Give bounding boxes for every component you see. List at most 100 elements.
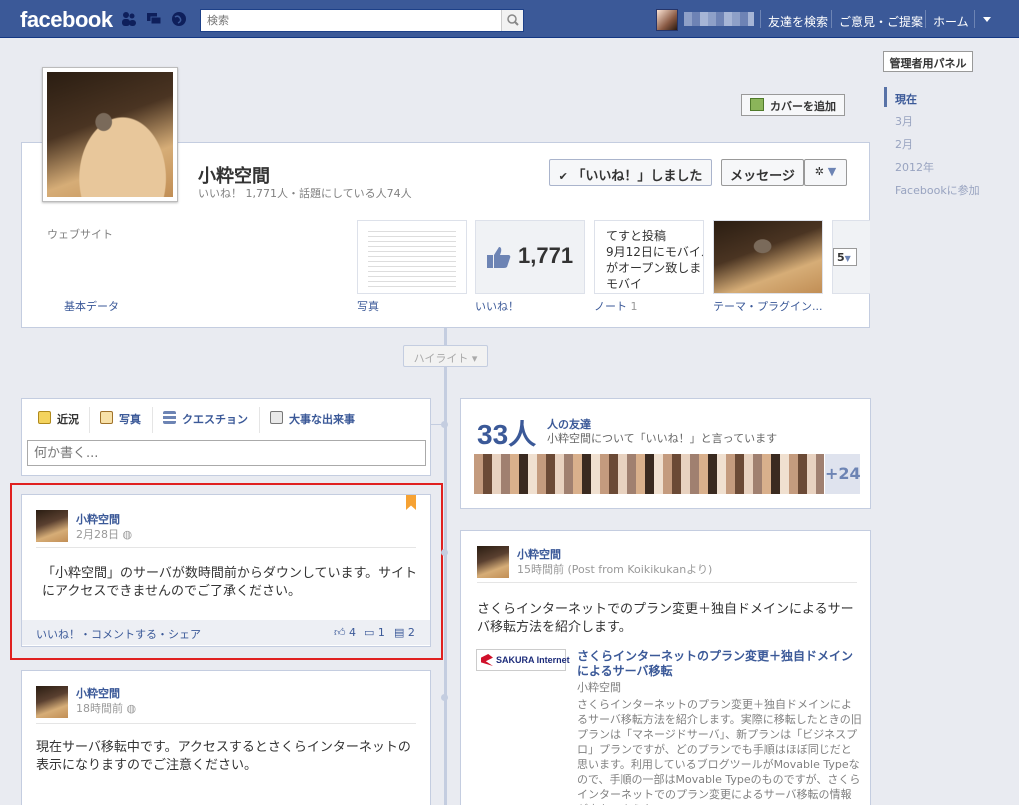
tab-basic-data[interactable]: 基本データ [64,298,119,314]
sakura-internet-logo[interactable]: SAKURA Internet [476,649,570,671]
add-photo-icon [750,98,764,111]
notes-tile[interactable]: てすと投稿 9月12日にモバイルオ がオープン致しまし モバイ [594,220,704,294]
settings-menu-button[interactable]: ✲ ▼ [804,159,847,186]
tab-status[interactable]: 近況 [57,411,79,427]
tab-themes-plugins[interactable]: テーマ・プラグイン... [713,298,823,314]
friends-who-like-box: 33人 人の友達 小粋空間について「いいね！」と言っています +24 [460,398,871,509]
feedback-link[interactable]: ご意見・ご提案 [839,13,923,30]
nav-divider [760,10,761,28]
spine-dot [441,549,448,556]
post-date[interactable]: 2月28日 ◍ [76,526,132,542]
link-title[interactable]: さくらインターネットのプラン変更＋独自ドメインによるサーバ移転 [577,649,862,679]
user-name-redacted[interactable] [684,12,754,26]
chevron-down-icon: ▼ [827,165,837,178]
comment-count-value: 1 [377,626,385,639]
page-stats: いいね！ 1,771人・話題にしている人74人 [198,187,412,200]
highlights-dropdown[interactable]: ハイライト ▾ [403,345,488,367]
profile-photo-cat-guitar [47,72,173,197]
note-line: てすと投稿 [606,229,667,243]
user-avatar[interactable] [656,9,678,31]
more-tiles: 5▼ [832,220,870,294]
like-count[interactable]: 👍︎ 4 [334,626,356,639]
comment-icon: ▭ [364,626,375,639]
scrubber-now[interactable]: 現在 [895,91,917,107]
tab-question[interactable]: クエスチョン [182,411,248,427]
scrubber-february[interactable]: 2月 [895,136,913,152]
messages-icon[interactable] [146,11,162,27]
tab-divider [89,407,90,433]
post-avatar[interactable] [477,546,509,578]
post-author[interactable]: 小粋空間 [76,511,120,527]
post-date[interactable]: 15時間前 (Post from Koikikukanより) [517,561,712,577]
post-divider [36,547,416,548]
link-description: さくらインターネットのプラン変更＋独自ドメインによるサーバ移転方法を紹介します。… [577,698,862,805]
themes-plugins-tile[interactable] [713,220,823,294]
status-input[interactable] [27,440,426,466]
photos-tile[interactable] [357,220,467,294]
tab-photos[interactable]: 写真 [357,298,379,314]
post-avatar[interactable] [36,686,68,718]
note-line: 9月12日にモバイルオ [606,245,703,259]
like-count-value: 4 [349,626,356,639]
post-actions[interactable]: いいね！・コメントする・シェア [36,628,201,641]
add-cover-button[interactable]: カバーを追加 [741,94,845,116]
tab-divider [152,407,153,433]
likes-tile[interactable]: 1,771 [475,220,585,294]
comment-count[interactable]: ▭ 1 [364,626,385,639]
admin-panel-button[interactable]: 管理者用パネル [883,51,973,72]
profile-picture[interactable] [42,67,178,202]
photo-icon [100,411,113,424]
post-date-text: 2月28日 [76,528,119,541]
home-link[interactable]: ホーム [933,13,969,30]
post-card: 小粋空間 18時間前 ◍ 現在サーバ移転中です。アクセスするとさくらインターネッ… [21,670,431,805]
website-label[interactable]: ウェブサイト [47,226,113,242]
thumbs-up-icon: 👍︎ [334,626,346,639]
tab-divider [259,407,260,433]
post-card: 小粋空間 2月28日 ◍ 「小粋空間」のサーバが数時間前からダウンしています。サ… [21,494,431,647]
find-friends-link[interactable]: 友達を検索 [768,13,828,30]
post-author[interactable]: 小粋空間 [517,546,561,562]
friend-requests-icon[interactable] [121,11,137,27]
liked-button[interactable]: ✔ 「いいね！」しました [549,159,712,186]
tab-likes[interactable]: いいね！ [475,298,519,314]
nav-divider [925,10,926,28]
share-count[interactable]: ▤ 2 [394,626,415,639]
facebook-logo[interactable]: facebook [20,7,113,33]
post-divider [477,582,857,583]
post-date[interactable]: 18時間前 ◍ [76,700,136,716]
status-composer: 近況 写真 クエスチョン 大事な出来事 [21,398,431,476]
message-button[interactable]: メッセージ [721,159,804,186]
notifications-globe-icon[interactable] [171,11,187,27]
tab-notes[interactable]: ノート 1 [594,298,638,314]
more-count: 5 [837,251,845,264]
search-button[interactable] [501,10,523,31]
nav-divider [831,10,832,28]
gear-icon: ✲ [814,165,824,178]
more-apps-button[interactable]: 5▼ [833,248,857,266]
post-avatar[interactable] [36,510,68,542]
sakura-logo-mark-icon [481,654,493,666]
tab-life-event[interactable]: 大事な出来事 [289,411,355,427]
tab-photo[interactable]: 写真 [119,411,141,427]
post-text: 「小粋空間」のサーバが数時間前からダウンしています。サイトにアクセスできませんの… [42,566,418,599]
search-input[interactable] [201,10,491,31]
scrubber-march[interactable]: 3月 [895,113,913,129]
friends-count[interactable]: 33人 [477,413,536,453]
bookmark-star-icon[interactable] [406,495,416,510]
notes-count: 1 [630,300,638,313]
scrubber-2012[interactable]: 2012年 [895,159,934,175]
post-author[interactable]: 小粋空間 [76,685,120,701]
scrubber-active-bar [884,87,887,107]
friends-subtitle: 小粋空間について「いいね！」と言っています [547,432,778,445]
post-divider [36,723,416,724]
scrubber-joined-facebook[interactable]: Facebookに参加 [895,182,980,198]
note-line: がオープン致しまし [606,261,704,275]
notes-label: ノート [594,300,627,313]
thumbs-up-icon [487,247,511,268]
post-date-text: 18時間前 [76,702,123,715]
check-icon: ✔ [558,170,568,183]
friend-avatars-strip[interactable] [474,454,824,494]
photos-thumbnail [368,227,456,287]
account-menu-chevron-icon[interactable] [983,17,991,22]
more-friends-button[interactable]: +24 [825,454,861,494]
